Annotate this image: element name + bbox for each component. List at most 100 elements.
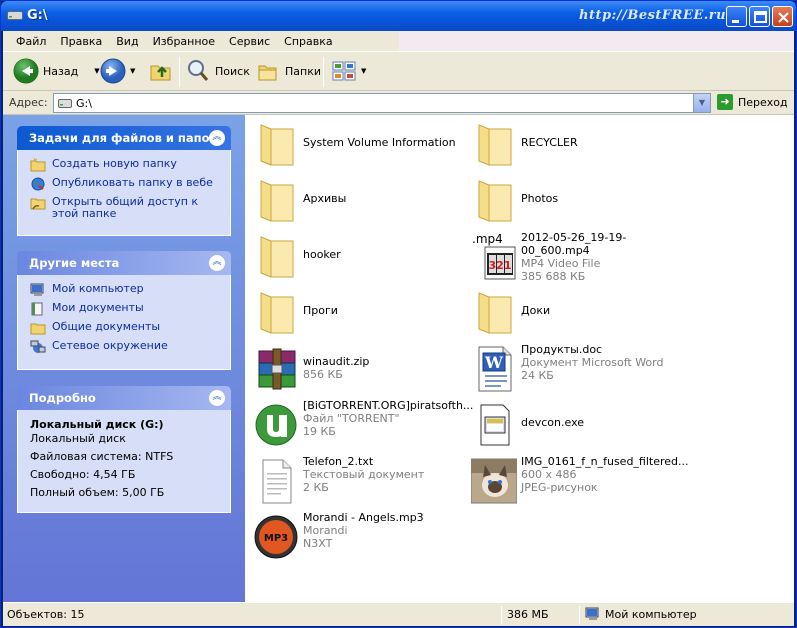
- toolbar-separator: [323, 57, 324, 87]
- file-name: Morandi - Angels.mp3: [303, 511, 424, 524]
- details-panel-body: Локальный диск (G:) Локальный диск Файло…: [17, 410, 231, 513]
- details-panel-header[interactable]: Подробно ︽: [17, 386, 231, 410]
- places-panel-body: Мой компьютер Мои документы Общие докуме…: [17, 275, 231, 370]
- menu-view[interactable]: Вид: [109, 35, 145, 48]
- status-size: 386 МБ: [507, 608, 549, 621]
- address-value: G:\: [76, 97, 92, 110]
- close-button[interactable]: [772, 6, 793, 27]
- window-title: G:\: [27, 8, 48, 23]
- place-my-computer[interactable]: Мой компьютер: [30, 283, 220, 297]
- publish-web-icon: [31, 177, 45, 191]
- file-item[interactable]: Архивы: [247, 175, 467, 227]
- close-icon: [778, 12, 789, 23]
- status-separator: [579, 606, 580, 624]
- file-item[interactable]: winaudit.zip 856 КБ: [247, 343, 467, 395]
- image-dimensions: 600 x 486: [521, 468, 577, 481]
- toolbar-separator: [179, 57, 180, 87]
- documents-icon: [31, 302, 43, 316]
- file-size: 856 КБ: [303, 368, 343, 381]
- file-name: Telefon_2.txt: [303, 455, 374, 468]
- go-button[interactable]: ➜ Переход: [717, 94, 788, 110]
- word-icon-badge: W: [484, 353, 504, 372]
- folders-icon: [258, 65, 277, 81]
- task-new-folder[interactable]: Создать новую папку: [30, 158, 220, 172]
- minimize-button[interactable]: [726, 6, 747, 27]
- file-item[interactable]: W Продукты.doc Документ Microsoft Word 2…: [465, 343, 685, 395]
- collapse-chevron-icon[interactable]: ︽: [209, 130, 225, 146]
- detail-type: Локальный диск: [30, 432, 126, 445]
- back-arrow-icon: [13, 58, 39, 84]
- file-name: winaudit.zip: [303, 355, 370, 368]
- mp4-icon-badge2: 321: [489, 259, 512, 272]
- file-item[interactable]: hooker: [247, 231, 467, 283]
- maximize-button[interactable]: [749, 6, 770, 27]
- file-item[interactable]: System Volume Information: [247, 119, 467, 171]
- drive-icon: [7, 11, 23, 20]
- file-item[interactable]: [BiGTORRENT.ORG]piratsofth... Файл "TORR…: [247, 399, 473, 451]
- place-network[interactable]: Сетевое окружение: [30, 340, 220, 354]
- folders-button[interactable]: Папки: [256, 57, 321, 85]
- mp3-icon-badge: MP3: [264, 533, 288, 544]
- views-icon: [332, 61, 356, 81]
- details-panel: Подробно ︽ Локальный диск (G:) Локальный…: [17, 386, 231, 513]
- brand-watermark: http://BestFREE.ru: [579, 8, 727, 23]
- file-item[interactable]: MP3 Morandi - Angels.mp3 Morandi N3XT: [247, 511, 467, 563]
- file-item[interactable]: 321 .mp4 2012-05-26_19-19-00_600.mp4 MP4…: [465, 231, 685, 283]
- back-label: Назад: [43, 64, 79, 78]
- mp3-icon: MP3: [254, 515, 298, 559]
- views-button[interactable]: ▼: [331, 57, 366, 85]
- collapse-chevron-icon[interactable]: ︽: [209, 390, 225, 406]
- address-dropdown-icon[interactable]: ▼: [693, 94, 710, 112]
- task-publish-web[interactable]: Опубликовать папку в вебе: [30, 177, 220, 191]
- file-name: Доки: [521, 304, 551, 317]
- tasks-panel: Задачи для файлов и папок ︽ Создать нову…: [17, 126, 231, 236]
- tasks-panel-header[interactable]: Задачи для файлов и папок ︽: [17, 126, 231, 150]
- file-item[interactable]: Telefon_2.txt Текстовый документ 2 КБ: [247, 455, 467, 507]
- network-icon: [30, 340, 46, 353]
- folder-icon: [260, 180, 294, 222]
- forward-button[interactable]: ▼: [100, 57, 135, 85]
- menu-favorites[interactable]: Избранное: [146, 35, 222, 48]
- detail-total: Полный объем: 5,00 ГБ: [30, 486, 165, 499]
- file-type: Документ Microsoft Word: [521, 356, 664, 369]
- place-shared-documents[interactable]: Общие документы: [30, 321, 220, 335]
- search-label: Поиск: [215, 64, 250, 78]
- file-item[interactable]: RECYCLER: [465, 119, 685, 171]
- title-bar[interactable]: G:\ http://BestFREE.ru: [1, 1, 796, 31]
- forward-dropdown-icon[interactable]: ▼: [130, 67, 135, 75]
- menu-tools[interactable]: Сервис: [222, 35, 277, 48]
- file-album: N3XT: [303, 537, 333, 550]
- file-name: hooker: [303, 248, 341, 261]
- file-item[interactable]: Проги: [247, 287, 467, 339]
- file-name: Photos: [521, 192, 559, 205]
- file-type: JPEG-рисунок: [521, 481, 598, 494]
- search-button[interactable]: Поиск: [186, 57, 250, 85]
- status-location: Мой компьютер: [605, 608, 697, 621]
- folder-icon: [260, 236, 294, 278]
- task-pane: Задачи для файлов и папок ︽ Создать нову…: [3, 115, 245, 602]
- file-item[interactable]: devcon.exe: [465, 399, 685, 451]
- task-share-folder[interactable]: Открыть общий доступ к этой папке: [30, 196, 220, 220]
- menu-bar-filler: [399, 31, 794, 51]
- go-label: Переход: [738, 95, 788, 109]
- maximize-icon: [754, 11, 767, 23]
- menu-file[interactable]: Файл: [9, 35, 53, 48]
- address-input[interactable]: G:\ ▼: [53, 93, 711, 113]
- views-dropdown-icon[interactable]: ▼: [361, 67, 366, 75]
- go-arrow-icon: ➜: [717, 94, 733, 110]
- back-dropdown-icon[interactable]: ▼: [94, 67, 99, 75]
- back-button[interactable]: Назад ▼: [13, 57, 100, 85]
- menu-edit[interactable]: Правка: [53, 35, 109, 48]
- collapse-chevron-icon[interactable]: ︽: [209, 255, 225, 271]
- place-my-documents[interactable]: Мои документы: [30, 302, 220, 316]
- file-item[interactable]: Photos: [465, 175, 685, 227]
- up-folder-button[interactable]: [148, 57, 174, 85]
- menu-help[interactable]: Справка: [277, 35, 339, 48]
- file-item[interactable]: Доки: [465, 287, 685, 339]
- file-item[interactable]: IMG_0161_f_n_fused_filtered... 600 x 486…: [465, 455, 689, 507]
- search-icon: [188, 60, 209, 81]
- address-bar: Адрес: G:\ ▼ ➜ Переход: [3, 91, 794, 115]
- mp4-icon-badge: .mp4: [472, 233, 503, 246]
- places-panel-header[interactable]: Другие места ︽: [17, 251, 231, 275]
- folder-icon: [478, 124, 512, 166]
